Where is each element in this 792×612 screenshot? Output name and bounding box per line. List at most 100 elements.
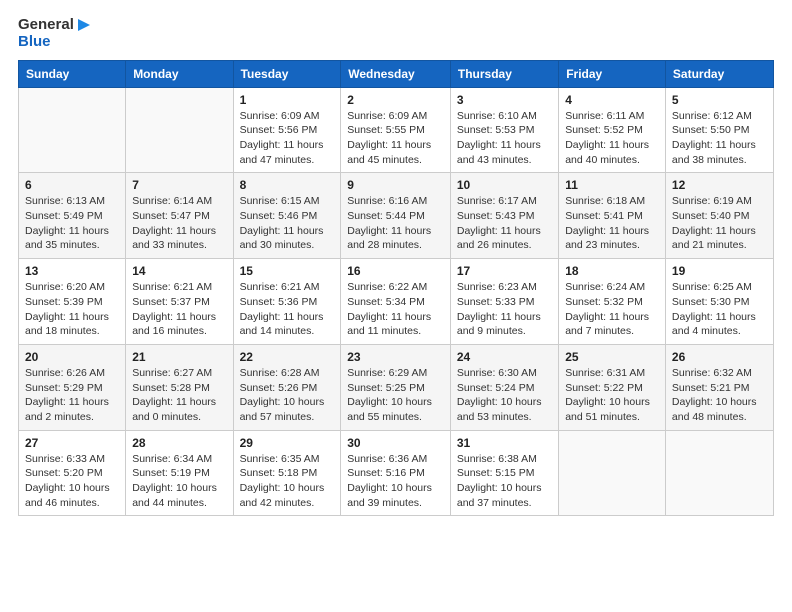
header: General Blue: [18, 10, 774, 52]
logo-blue-text: Blue: [18, 33, 51, 50]
week-row-3: 13 Sunrise: 6:20 AMSunset: 5:39 PMDayligh…: [19, 259, 774, 345]
day-detail: Sunrise: 6:09 AMSunset: 5:55 PMDaylight:…: [347, 109, 444, 168]
day-number: 25: [565, 350, 659, 364]
day-detail: Sunrise: 6:24 AMSunset: 5:32 PMDaylight:…: [565, 280, 659, 339]
day-detail: Sunrise: 6:15 AMSunset: 5:46 PMDaylight:…: [240, 194, 335, 253]
day-number: 31: [457, 436, 552, 450]
calendar-table: SundayMondayTuesdayWednesdayThursdayFrid…: [18, 60, 774, 517]
day-detail: Sunrise: 6:09 AMSunset: 5:56 PMDaylight:…: [240, 109, 335, 168]
day-detail: Sunrise: 6:20 AMSunset: 5:39 PMDaylight:…: [25, 280, 119, 339]
day-cell: 26Sunrise: 6:32 AMSunset: 5:21 PMDayligh…: [665, 344, 773, 430]
logo-area: General Blue: [18, 10, 92, 52]
day-cell: 12Sunrise: 6:19 AMSunset: 5:40 PMDayligh…: [665, 173, 773, 259]
day-detail: Sunrise: 6:26 AMSunset: 5:29 PMDaylight:…: [25, 366, 119, 425]
week-row-1: 1 Sunrise: 6:09 AMSunset: 5:56 PMDaylight…: [19, 87, 774, 173]
day-cell: 6 Sunrise: 6:13 AMSunset: 5:49 PMDaylight…: [19, 173, 126, 259]
day-cell: 2 Sunrise: 6:09 AMSunset: 5:55 PMDaylight…: [341, 87, 451, 173]
day-cell: 30 Sunrise: 6:36 AMSunset: 5:16 PMDayligh…: [341, 430, 451, 516]
day-number: 21: [132, 350, 226, 364]
calendar-page: General Blue SundayMondayTuesdayWednesda…: [0, 0, 792, 612]
day-number: 2: [347, 93, 444, 107]
day-cell: 10Sunrise: 6:17 AMSunset: 5:43 PMDayligh…: [450, 173, 558, 259]
day-number: 7: [132, 178, 226, 192]
day-number: 24: [457, 350, 552, 364]
day-detail: Sunrise: 6:13 AMSunset: 5:49 PMDaylight:…: [25, 194, 119, 253]
week-row-2: 6 Sunrise: 6:13 AMSunset: 5:49 PMDaylight…: [19, 173, 774, 259]
day-cell: 1 Sunrise: 6:09 AMSunset: 5:56 PMDaylight…: [233, 87, 341, 173]
day-number: 8: [240, 178, 335, 192]
day-number: 29: [240, 436, 335, 450]
day-number: 27: [25, 436, 119, 450]
day-cell: 18 Sunrise: 6:24 AMSunset: 5:32 PMDayligh…: [559, 259, 666, 345]
day-cell: 5 Sunrise: 6:12 AMSunset: 5:50 PMDaylight…: [665, 87, 773, 173]
weekday-header-friday: Friday: [559, 60, 666, 87]
day-detail: Sunrise: 6:38 AMSunset: 5:15 PMDaylight:…: [457, 452, 552, 511]
day-cell: 14 Sunrise: 6:21 AMSunset: 5:37 PMDayligh…: [126, 259, 233, 345]
day-number: 9: [347, 178, 444, 192]
day-cell: 29 Sunrise: 6:35 AMSunset: 5:18 PMDayligh…: [233, 430, 341, 516]
day-detail: Sunrise: 6:30 AMSunset: 5:24 PMDaylight:…: [457, 366, 552, 425]
day-number: 14: [132, 264, 226, 278]
weekday-header-wednesday: Wednesday: [341, 60, 451, 87]
day-cell: 27 Sunrise: 6:33 AMSunset: 5:20 PMDayligh…: [19, 430, 126, 516]
day-detail: Sunrise: 6:17 AMSunset: 5:43 PMDaylight:…: [457, 194, 552, 253]
day-number: 11: [565, 178, 659, 192]
day-cell: 9 Sunrise: 6:16 AMSunset: 5:44 PMDaylight…: [341, 173, 451, 259]
day-number: 30: [347, 436, 444, 450]
day-detail: Sunrise: 6:14 AMSunset: 5:47 PMDaylight:…: [132, 194, 226, 253]
day-number: 13: [25, 264, 119, 278]
day-detail: Sunrise: 6:16 AMSunset: 5:44 PMDaylight:…: [347, 194, 444, 253]
weekday-header-thursday: Thursday: [450, 60, 558, 87]
day-detail: Sunrise: 6:21 AMSunset: 5:36 PMDaylight:…: [240, 280, 335, 339]
day-number: 16: [347, 264, 444, 278]
weekday-header-sunday: Sunday: [19, 60, 126, 87]
day-detail: Sunrise: 6:25 AMSunset: 5:30 PMDaylight:…: [672, 280, 767, 339]
day-number: 22: [240, 350, 335, 364]
day-cell: 13 Sunrise: 6:20 AMSunset: 5:39 PMDayligh…: [19, 259, 126, 345]
day-cell: 25 Sunrise: 6:31 AMSunset: 5:22 PMDayligh…: [559, 344, 666, 430]
day-detail: Sunrise: 6:23 AMSunset: 5:33 PMDaylight:…: [457, 280, 552, 339]
week-row-4: 20Sunrise: 6:26 AMSunset: 5:29 PMDayligh…: [19, 344, 774, 430]
day-number: 28: [132, 436, 226, 450]
day-cell: 23Sunrise: 6:29 AMSunset: 5:25 PMDayligh…: [341, 344, 451, 430]
day-detail: Sunrise: 6:32 AMSunset: 5:21 PMDaylight:…: [672, 366, 767, 425]
day-number: 12: [672, 178, 767, 192]
day-number: 6: [25, 178, 119, 192]
day-number: 18: [565, 264, 659, 278]
logo: General Blue: [18, 16, 92, 52]
day-number: 17: [457, 264, 552, 278]
week-row-5: 27 Sunrise: 6:33 AMSunset: 5:20 PMDayligh…: [19, 430, 774, 516]
day-cell: 15 Sunrise: 6:21 AMSunset: 5:36 PMDayligh…: [233, 259, 341, 345]
day-cell: 16 Sunrise: 6:22 AMSunset: 5:34 PMDayligh…: [341, 259, 451, 345]
day-cell: 11 Sunrise: 6:18 AMSunset: 5:41 PMDayligh…: [559, 173, 666, 259]
day-cell: [559, 430, 666, 516]
day-cell: 7 Sunrise: 6:14 AMSunset: 5:47 PMDaylight…: [126, 173, 233, 259]
day-number: 5: [672, 93, 767, 107]
weekday-header-row: SundayMondayTuesdayWednesdayThursdayFrid…: [19, 60, 774, 87]
day-detail: Sunrise: 6:21 AMSunset: 5:37 PMDaylight:…: [132, 280, 226, 339]
day-detail: Sunrise: 6:31 AMSunset: 5:22 PMDaylight:…: [565, 366, 659, 425]
day-cell: [665, 430, 773, 516]
day-detail: Sunrise: 6:12 AMSunset: 5:50 PMDaylight:…: [672, 109, 767, 168]
day-detail: Sunrise: 6:36 AMSunset: 5:16 PMDaylight:…: [347, 452, 444, 511]
day-cell: [19, 87, 126, 173]
day-cell: 8 Sunrise: 6:15 AMSunset: 5:46 PMDaylight…: [233, 173, 341, 259]
day-detail: Sunrise: 6:18 AMSunset: 5:41 PMDaylight:…: [565, 194, 659, 253]
day-number: 1: [240, 93, 335, 107]
weekday-header-saturday: Saturday: [665, 60, 773, 87]
day-cell: 22Sunrise: 6:28 AMSunset: 5:26 PMDayligh…: [233, 344, 341, 430]
day-cell: 21Sunrise: 6:27 AMSunset: 5:28 PMDayligh…: [126, 344, 233, 430]
day-detail: Sunrise: 6:22 AMSunset: 5:34 PMDaylight:…: [347, 280, 444, 339]
day-cell: [126, 87, 233, 173]
day-detail: Sunrise: 6:33 AMSunset: 5:20 PMDaylight:…: [25, 452, 119, 511]
day-cell: 4Sunrise: 6:11 AMSunset: 5:52 PMDaylight…: [559, 87, 666, 173]
weekday-header-tuesday: Tuesday: [233, 60, 341, 87]
day-number: 4: [565, 93, 659, 107]
day-number: 19: [672, 264, 767, 278]
day-number: 15: [240, 264, 335, 278]
day-detail: Sunrise: 6:35 AMSunset: 5:18 PMDaylight:…: [240, 452, 335, 511]
day-detail: Sunrise: 6:10 AMSunset: 5:53 PMDaylight:…: [457, 109, 552, 168]
logo-arrow-icon: [76, 17, 92, 33]
day-cell: 24 Sunrise: 6:30 AMSunset: 5:24 PMDayligh…: [450, 344, 558, 430]
day-cell: 19 Sunrise: 6:25 AMSunset: 5:30 PMDayligh…: [665, 259, 773, 345]
